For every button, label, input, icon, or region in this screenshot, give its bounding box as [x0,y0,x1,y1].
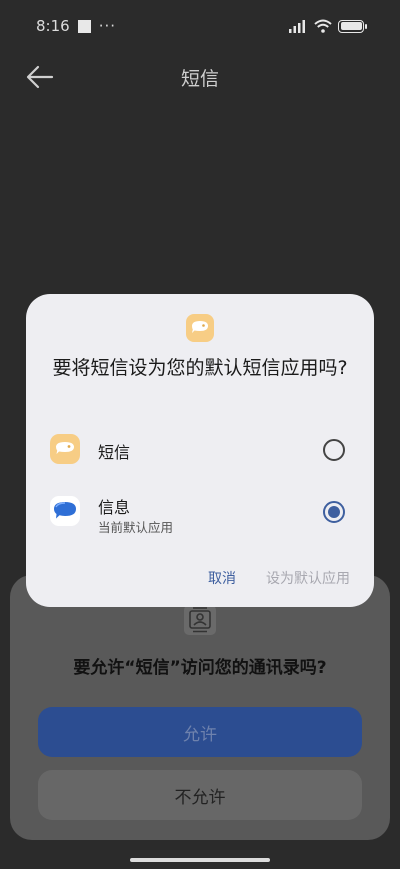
app-bar: 短信 [0,52,400,102]
set-default-button[interactable]: 设为默认应用 [266,568,350,588]
option-messages[interactable]: 信息 当前默认应用 [26,484,374,540]
more-notifications-icon: ··· [98,17,116,35]
battery-level [340,22,362,30]
battery-tip [365,23,367,29]
app-title: 短信 [180,68,219,90]
permission-title: 要允许“短信”访问您的通讯录吗? [73,658,327,678]
dialog-title: 要将短信设为您的默认短信应用吗? [52,357,348,379]
status-time: 8:16 [36,17,70,35]
cancel-button[interactable]: 取消 [208,568,236,588]
option-sublabel: 当前默认应用 [98,520,174,535]
messages-app-icon [50,496,80,526]
status-right [288,19,367,33]
allow-button[interactable]: 允许 [38,707,362,757]
option-label: 信息 [98,498,131,517]
deny-button[interactable]: 不允许 [38,770,362,820]
default-sms-dialog: 要将短信设为您的默认短信应用吗? 短信 信息 当前默认应用 取消 设为默认应用 [26,294,374,607]
contacts-permission-sheet: 要允许“短信”访问您的通讯录吗? 允许 不允许 [10,575,390,840]
radio-messages[interactable] [323,501,345,523]
signal-icon [288,19,306,33]
radio-sms[interactable] [323,439,345,461]
wifi-icon [314,19,332,33]
sms-app-icon [186,314,214,342]
notification-icon [77,19,91,33]
option-label: 短信 [98,443,131,462]
option-sms[interactable]: 短信 [26,422,374,478]
contact-card-icon [184,605,216,635]
dialog-actions: 取消 设为默认应用 [26,568,374,588]
sms-app-icon [50,434,80,464]
gesture-nav-handle[interactable] [130,858,270,862]
status-left: 8:16 ··· [36,17,116,35]
status-bar: 8:16 ··· [0,0,400,52]
battery-icon [338,19,367,33]
